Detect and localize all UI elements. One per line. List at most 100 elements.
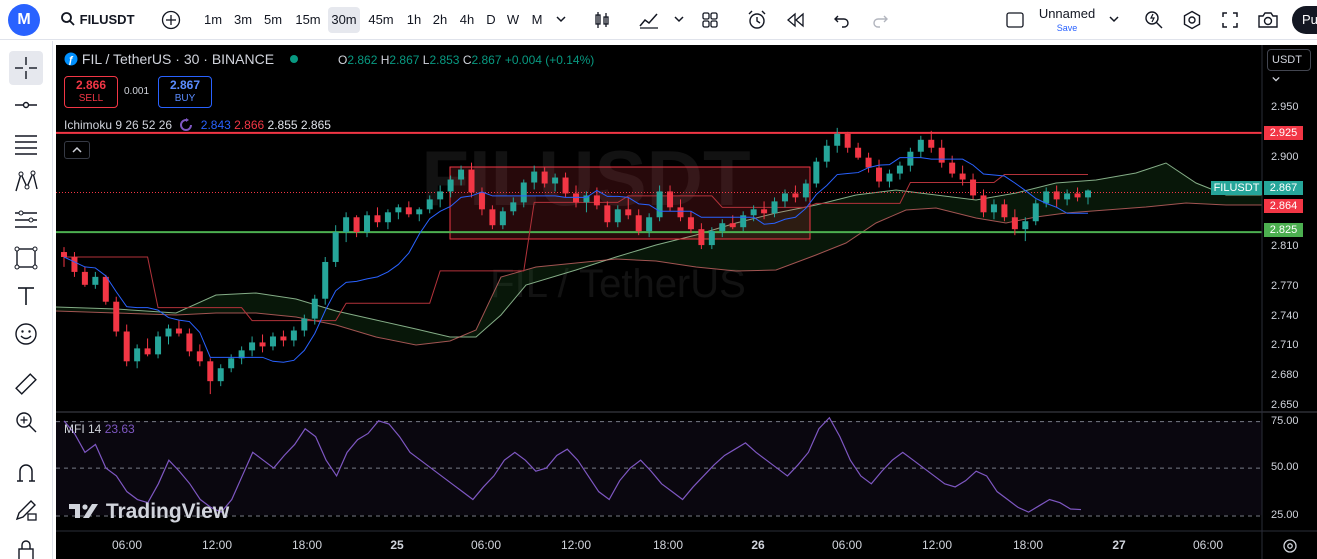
senkou-value: 2.865 <box>300 118 331 132</box>
chikou-value: 2.855 <box>267 118 298 132</box>
interval-1h[interactable]: 1h <box>402 7 426 33</box>
trading-app: M FILUSDT 1m 3m 5m 15m 30m 45m 1h 2h 4h D W M Unnam… <box>0 0 1317 559</box>
sell-label: SELL <box>78 93 104 104</box>
magnet-tool[interactable] <box>9 455 43 489</box>
close-value: 2.867 <box>471 53 502 67</box>
prediction-tool[interactable] <box>9 203 43 237</box>
interval-30m[interactable]: 30m <box>328 7 360 33</box>
alert-button[interactable] <box>744 7 770 33</box>
candle <box>353 217 360 233</box>
currency-label: USDT <box>1272 54 1302 66</box>
redo-icon <box>873 15 888 28</box>
ichimoku-legend[interactable]: Ichimoku 9 26 52 26 2.843 2.866 2.855 2.… <box>64 118 331 132</box>
search-icon <box>61 12 75 26</box>
interval-2h[interactable]: 2h <box>428 7 452 33</box>
price-label: 2.950 <box>1271 101 1299 113</box>
pattern-tool[interactable] <box>9 165 43 199</box>
time-label: 25 <box>390 538 404 552</box>
candle <box>144 348 151 355</box>
mfi-axis-label: 75.00 <box>1271 414 1299 427</box>
snapshot-button[interactable] <box>1256 7 1280 33</box>
legend-title[interactable]: ƒ FIL / TetherUS · 30 · BINANCE <box>64 51 298 67</box>
high-value: 2.867 <box>389 53 420 67</box>
text-tool[interactable] <box>9 279 43 313</box>
interval-w[interactable]: W <box>502 7 524 33</box>
publish-button[interactable]: Pu <box>1292 6 1317 34</box>
candle <box>667 191 674 208</box>
candle <box>949 162 956 174</box>
compare-add-button[interactable] <box>158 7 184 33</box>
zoom-tool[interactable] <box>9 405 43 439</box>
candle <box>781 193 788 202</box>
candle <box>1085 190 1091 198</box>
user-avatar[interactable]: M <box>8 4 40 36</box>
lock-tool[interactable] <box>9 533 43 559</box>
candle <box>249 342 256 351</box>
indicators-button[interactable] <box>636 7 662 33</box>
interval-45m[interactable]: 45m <box>364 7 398 33</box>
measure-tool[interactable] <box>9 367 43 401</box>
ichimoku-label: Ichimoku 9 26 52 26 <box>64 118 173 132</box>
interval-m[interactable]: M <box>526 7 548 33</box>
symbol-search-button[interactable]: FILUSDT <box>60 7 142 33</box>
candle <box>269 336 276 347</box>
alarm-clock-icon <box>748 10 766 29</box>
change-value: +0.004 (+0.14%) <box>504 53 595 67</box>
gear-icon <box>1283 539 1297 553</box>
lock-draw-tool[interactable] <box>9 493 43 527</box>
layout-name-button[interactable]: Unnamed Save <box>1034 6 1100 34</box>
candle <box>520 182 527 203</box>
interval-4h[interactable]: 4h <box>455 7 479 33</box>
interval-5m[interactable]: 5m <box>259 7 287 33</box>
candle <box>687 217 694 230</box>
candle <box>322 261 329 299</box>
chart-area[interactable]: FILUSDT FIL / TetherUS ƒ FIL / TetherUS … <box>56 45 1317 559</box>
sell-button[interactable]: 2.866 SELL <box>64 76 118 108</box>
tradingview-brand[interactable]: TradingView <box>68 500 229 524</box>
settings-button[interactable] <box>1180 7 1204 33</box>
trend-line-tool[interactable] <box>9 88 43 122</box>
indicators-dropdown[interactable] <box>670 7 688 33</box>
layout-name: Unnamed <box>1038 6 1096 21</box>
interval-1m[interactable]: 1m <box>198 7 228 33</box>
interval-d[interactable]: D <box>482 7 500 33</box>
crosshair-tool[interactable] <box>9 51 43 85</box>
interval-15m[interactable]: 15m <box>291 7 325 33</box>
quick-search-button[interactable] <box>1142 7 1166 33</box>
candle <box>478 192 485 210</box>
collapse-legend-button[interactable] <box>64 141 90 159</box>
candle <box>81 271 88 285</box>
time-label: 06:00 <box>1192 538 1224 552</box>
lock-icon <box>18 540 34 559</box>
candle <box>677 207 684 218</box>
mfi-legend[interactable]: MFI 14 23.63 <box>64 422 135 436</box>
candle <box>186 333 193 352</box>
layout-dropdown[interactable] <box>1104 7 1124 33</box>
shape-tool[interactable] <box>9 241 43 275</box>
icon-tool[interactable] <box>9 317 43 351</box>
interval-dropdown[interactable] <box>552 7 570 33</box>
undo-button[interactable] <box>830 7 854 33</box>
replay-button[interactable] <box>784 7 808 33</box>
candle <box>1022 221 1029 230</box>
candle <box>552 177 559 184</box>
axis-settings-button[interactable] <box>1282 538 1298 559</box>
layout-checkbox[interactable] <box>1002 7 1028 33</box>
buy-button[interactable]: 2.867 BUY <box>158 76 212 108</box>
candle <box>458 169 465 180</box>
candle <box>196 351 203 362</box>
candle <box>228 358 235 369</box>
crosshair-icon <box>15 57 37 79</box>
candle <box>134 348 141 362</box>
fib-tool[interactable] <box>9 127 43 161</box>
grid-icon <box>702 12 718 28</box>
fullscreen-button[interactable] <box>1218 7 1242 33</box>
range-box <box>449 166 811 240</box>
candle <box>343 217 350 233</box>
chart-type-button[interactable] <box>590 7 614 33</box>
currency-dropdown[interactable]: USDT <box>1267 49 1311 82</box>
layouts-button[interactable] <box>698 7 722 33</box>
redo-button[interactable] <box>868 7 892 33</box>
candle <box>416 209 423 215</box>
interval-3m[interactable]: 3m <box>229 7 257 33</box>
